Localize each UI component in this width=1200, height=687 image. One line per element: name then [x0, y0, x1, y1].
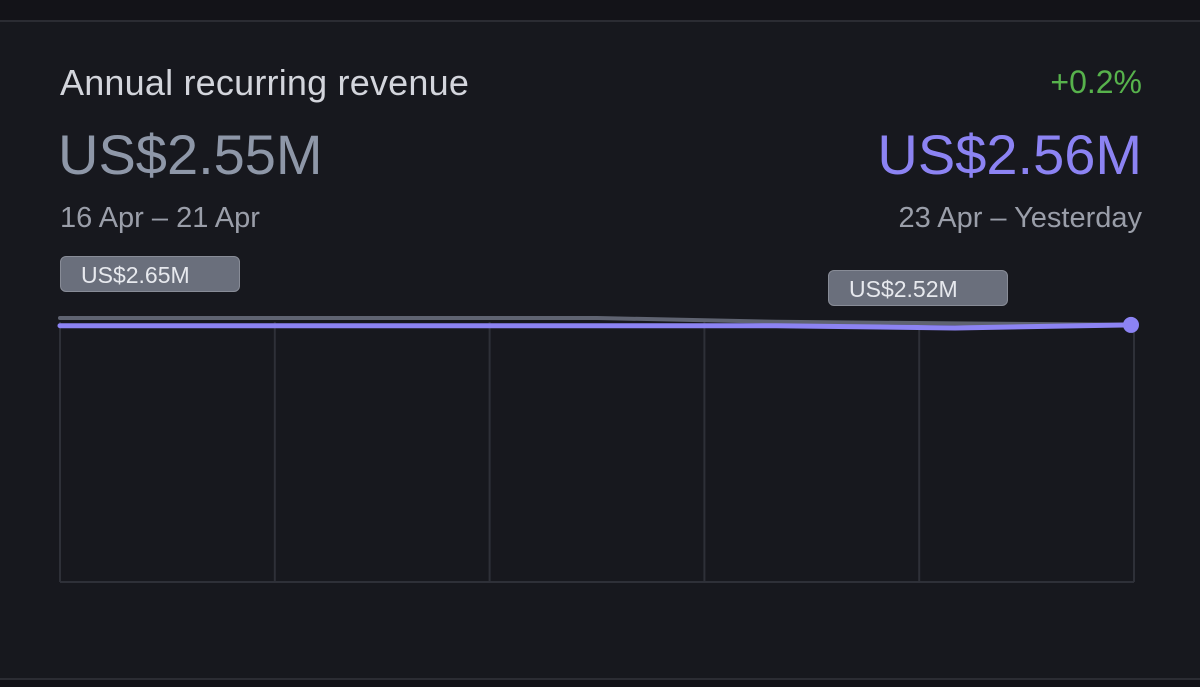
revenue-chart[interactable] [0, 0, 1200, 687]
current-period-line [57, 322, 1134, 331]
max-value-tooltip: US$2.65M [60, 256, 240, 292]
min-value-tooltip: US$2.52M [828, 270, 1008, 306]
current-endpoint-marker[interactable] [1123, 316, 1139, 333]
